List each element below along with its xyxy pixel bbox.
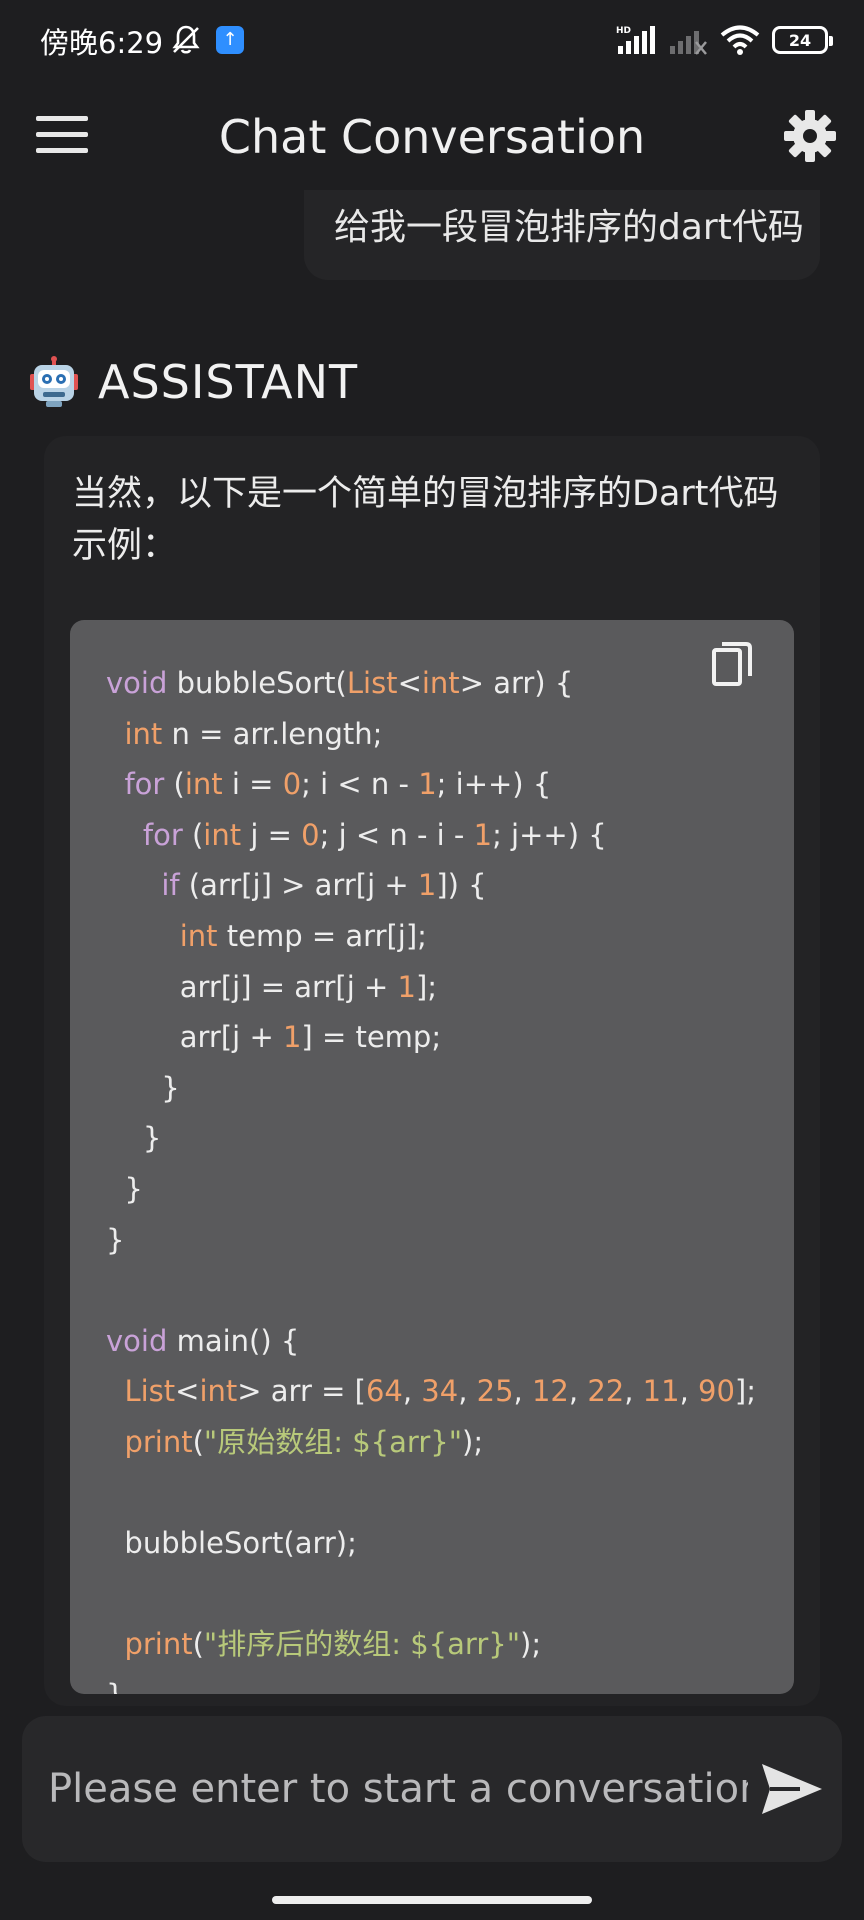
code-line: int temp = arr[j];: [179, 918, 427, 953]
message-input[interactable]: [48, 1756, 748, 1822]
battery-level: 24: [788, 30, 812, 50]
code-line: for (int j = 0; j < n - i - 1; j++) {: [142, 817, 607, 852]
code-line: arr[j + 1] = temp;: [106, 1020, 442, 1055]
status-time: 傍晚6:29: [40, 26, 164, 60]
page-title: Chat Conversation: [218, 110, 646, 164]
svg-text:HD: HD: [616, 26, 631, 36]
code-line: if (arr[j] > arr[j + 1]) {: [161, 868, 487, 903]
code-line: }: [106, 1222, 125, 1257]
code-line: void main() {: [106, 1323, 300, 1358]
hd-signal-icon: HD: [616, 26, 655, 54]
user-message-bubble: 给我一段冒泡排序的dart代码: [304, 190, 820, 280]
code-line: List<int> arr = [64, 34, 25, 12, 22, 11,…: [124, 1374, 756, 1409]
home-indicator[interactable]: [272, 1896, 592, 1904]
message-input-bar: [22, 1716, 842, 1862]
code-line: arr[j] = arr[j + 1];: [106, 969, 438, 1004]
code-line: void bubbleSort(List<int> arr) {: [106, 666, 574, 700]
code-line: }: [106, 1171, 143, 1206]
assistant-label: ASSISTANT: [98, 355, 359, 409]
code-line: }: [106, 1070, 180, 1105]
user-message-text: 给我一段冒泡排序的dart代码: [334, 207, 804, 248]
assistant-header: ASSISTANT: [28, 352, 358, 412]
battery-icon: 24: [772, 26, 833, 54]
code-block: void bubbleSort(List<int> arr) { int n =…: [70, 620, 794, 1694]
robot-icon: [30, 356, 78, 407]
code-line: int n = arr.length;: [124, 716, 383, 751]
wifi-icon: [720, 25, 760, 55]
send-icon[interactable]: [760, 1760, 824, 1818]
chat-screen: 傍晚6:29 ↑ HD 24 Chat Conversation 给我一段冒泡排…: [0, 0, 864, 1920]
code-line: }: [106, 1121, 162, 1156]
status-bar: 傍晚6:29 ↑ HD 24: [0, 0, 864, 80]
no-signal-icon: [670, 31, 707, 55]
muted-bell-icon: [172, 25, 200, 54]
code-line: print("原始数组: ${arr}");: [124, 1424, 484, 1459]
gear-icon[interactable]: [782, 108, 838, 164]
status-right: HD 24: [616, 22, 833, 58]
upload-arrow-icon: ↑: [216, 26, 244, 54]
app-bar: Chat Conversation: [0, 80, 864, 192]
code-line: for (int i = 0; i < n - 1; i++) {: [124, 767, 552, 802]
code-line: bubbleSort(arr);: [106, 1526, 357, 1561]
code-content: void bubbleSort(List<int> arr) { int n =…: [106, 658, 756, 1694]
assistant-intro-text: 当然，以下是一个简单的冒泡排序的Dart代码示例：: [72, 474, 779, 566]
code-line: }: [106, 1670, 756, 1694]
code-line: print("排序后的数组: ${arr}");: [124, 1627, 542, 1662]
